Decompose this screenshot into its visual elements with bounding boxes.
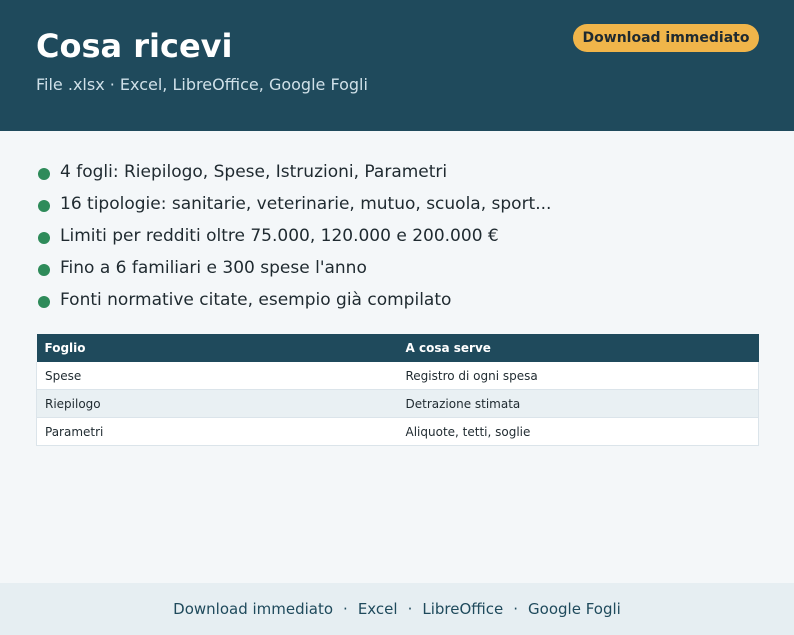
feature-list: 4 fogli: Riepilogo, Spese, Istruzioni, P…	[36, 156, 551, 316]
table-cell: Aliquote, tetti, soglie	[397, 417, 759, 446]
feature-text: Fino a 6 familiari e 300 spese l'anno	[60, 258, 367, 278]
table-row: Parametri Aliquote, tetti, soglie	[36, 417, 759, 446]
table-cell: Riepilogo	[36, 389, 398, 418]
header-banner: Cosa ricevi File .xlsx · Excel, LibreOff…	[0, 0, 794, 131]
footer-separator: ·	[513, 600, 519, 618]
footer-link-download[interactable]: Download immediato	[173, 600, 333, 618]
feature-text: 16 tipologie: sanitarie, veterinarie, mu…	[60, 194, 552, 214]
table-cell: Detrazione stimata	[397, 389, 759, 418]
page-subtitle: File .xlsx · Excel, LibreOffice, Google …	[36, 75, 368, 94]
feature-text: Limiti per redditi oltre 75.000, 120.000…	[60, 226, 499, 246]
feature-item: 16 tipologie: sanitarie, veterinarie, mu…	[36, 188, 551, 220]
feature-item: Fino a 6 familiari e 300 spese l'anno	[36, 252, 551, 284]
footer-link-libreoffice[interactable]: LibreOffice	[422, 600, 503, 618]
bullet-dot-icon	[38, 231, 50, 244]
feature-item: Fonti normative citate, esempio già comp…	[36, 284, 551, 316]
column-header-foglio: Foglio	[36, 334, 398, 362]
bullet-dot-icon	[38, 295, 50, 308]
footer: Download immediato · Excel · LibreOffice…	[0, 583, 794, 635]
footer-separator: ·	[407, 600, 413, 618]
table-cell: Registro di ogni spesa	[397, 362, 759, 390]
feature-text: Fonti normative citate, esempio già comp…	[60, 290, 452, 310]
footer-link-google-fogli[interactable]: Google Fogli	[528, 600, 621, 618]
bullet-dot-icon	[38, 263, 50, 276]
bullet-dot-icon	[38, 167, 50, 180]
feature-item: 4 fogli: Riepilogo, Spese, Istruzioni, P…	[36, 156, 551, 188]
download-button[interactable]: Download immediato	[573, 24, 759, 52]
table-header-row: Foglio A cosa serve	[36, 334, 759, 362]
table-cell: Spese	[36, 362, 398, 390]
page-title: Cosa ricevi	[36, 27, 233, 65]
bullet-dot-icon	[38, 199, 50, 212]
footer-link-excel[interactable]: Excel	[358, 600, 398, 618]
table-cell: Parametri	[36, 417, 398, 446]
sheets-table: Foglio A cosa serve Spese Registro di og…	[36, 334, 759, 446]
table-row: Spese Registro di ogni spesa	[36, 362, 759, 390]
column-header-a-cosa-serve: A cosa serve	[397, 334, 759, 362]
feature-item: Limiti per redditi oltre 75.000, 120.000…	[36, 220, 551, 252]
table-row: Riepilogo Detrazione stimata	[36, 389, 759, 418]
footer-separator: ·	[343, 600, 348, 618]
feature-text: 4 fogli: Riepilogo, Spese, Istruzioni, P…	[60, 162, 448, 182]
